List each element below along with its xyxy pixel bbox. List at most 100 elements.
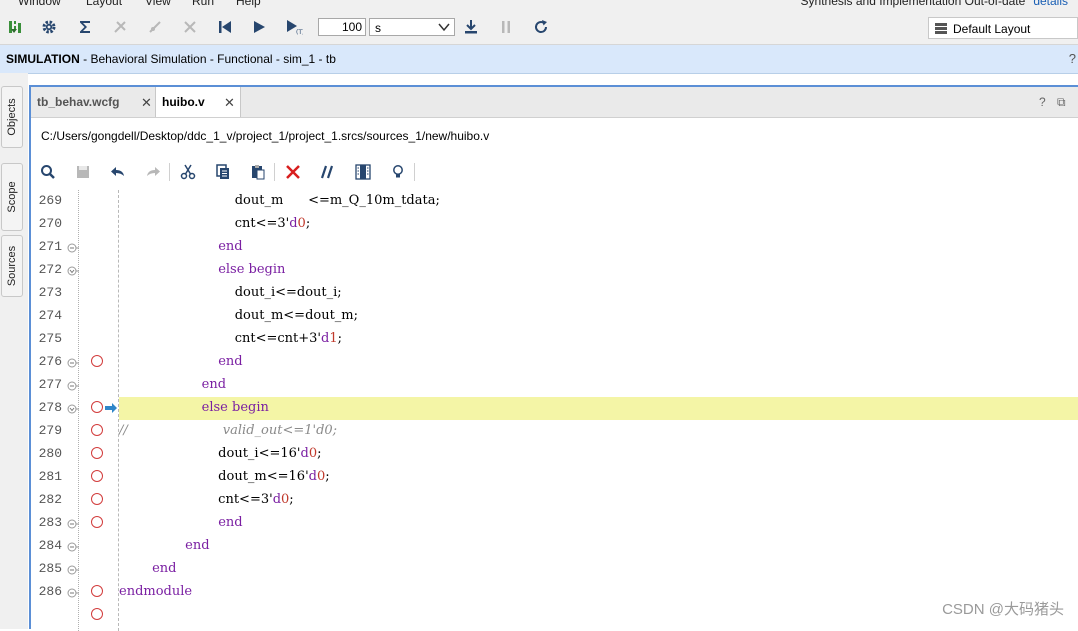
fold-end-icon[interactable] — [67, 588, 79, 598]
simulation-title: SIMULATION - Behavioral Simulation - Fun… — [6, 52, 336, 66]
menu-layout[interactable]: Layout — [86, 0, 122, 8]
menu-view[interactable]: View — [145, 0, 171, 8]
menu-run[interactable]: Run — [192, 0, 214, 8]
left-side-tabs: Objects Scope Sources — [0, 73, 28, 629]
breakpoint-marker-icon[interactable] — [91, 493, 103, 505]
close-icon[interactable]: ✕ — [141, 95, 152, 111]
code-text: end — [119, 354, 242, 369]
breakpoint-marker-icon[interactable] — [91, 355, 103, 367]
run-for-time-icon[interactable]: (T) — [282, 16, 306, 38]
number-token: 0 — [297, 216, 306, 231]
tab-sources[interactable]: Sources — [1, 235, 23, 297]
help-icon[interactable]: ? — [1039, 95, 1046, 109]
help-icon[interactable]: ? — [1069, 51, 1076, 66]
tab-huibo-v[interactable]: huibo.v ✕ — [155, 87, 241, 117]
code-line[interactable]: 279 // valid_out<=1'd0; — [31, 420, 1078, 443]
fold-end-icon[interactable] — [67, 243, 79, 253]
code-line[interactable]: 273 dout_i<=dout_i; — [31, 282, 1078, 305]
fold-end-icon[interactable] — [67, 542, 79, 552]
close-icon[interactable]: ✕ — [224, 95, 235, 111]
line-number: 278 — [38, 400, 62, 415]
code-line[interactable]: 281 dout_m<=16'd0; — [31, 466, 1078, 489]
line-number: 277 — [38, 377, 62, 392]
chevron-down-icon — [438, 23, 450, 32]
restore-window-icon[interactable]: ⧉ — [1057, 95, 1066, 110]
code-text: else begin — [119, 400, 269, 415]
run-all-icon[interactable] — [247, 16, 271, 38]
code-area[interactable]: 269 dout_m <=m_Q_10m_tdata; 270 cnt<=3'd0… — [31, 190, 1078, 631]
fold-collapse-icon[interactable] — [67, 404, 79, 414]
code-line[interactable]: 274 dout_m<=dout_m; — [31, 305, 1078, 328]
details-link[interactable]: details — [1033, 0, 1068, 8]
line-number: 272 — [38, 262, 62, 277]
code-line[interactable] — [31, 604, 1078, 627]
breakpoint-marker-icon[interactable] — [91, 401, 103, 413]
layout-select[interactable]: Default Layout — [928, 17, 1078, 39]
code-line[interactable]: 277 end — [31, 374, 1078, 397]
fold-end-icon[interactable] — [67, 381, 79, 391]
code-line[interactable]: 283 end — [31, 512, 1078, 535]
tab-scope[interactable]: Scope — [1, 163, 23, 231]
code-line[interactable]: 270 cnt<=3'd0; — [31, 213, 1078, 236]
fold-end-icon[interactable] — [67, 358, 79, 368]
fold-end-icon[interactable] — [67, 565, 79, 575]
code-line[interactable]: 286 endmodule — [31, 581, 1078, 604]
code-line[interactable]: 285 end — [31, 558, 1078, 581]
code-line[interactable]: 280 dout_i<=16'd0; — [31, 443, 1078, 466]
code-token: dout_m<=16' — [119, 469, 309, 484]
code-line[interactable]: 284 end — [31, 535, 1078, 558]
code-line[interactable]: 282 cnt<=3'd0; — [31, 489, 1078, 512]
code-line[interactable]: 275 cnt<=cnt+3'd1; — [31, 328, 1078, 351]
breakpoint-marker-icon[interactable] — [91, 470, 103, 482]
breakpoint-marker-icon[interactable] — [91, 585, 103, 597]
restart-icon[interactable] — [213, 16, 237, 38]
disabled-tool-icon-3 — [178, 16, 202, 38]
code-line[interactable]: 269 dout_m <=m_Q_10m_tdata; — [31, 190, 1078, 213]
tab-objects-label: Objects — [6, 98, 18, 136]
cut-icon[interactable] — [177, 162, 199, 182]
run-download-icon[interactable] — [3, 16, 27, 38]
code-line[interactable]: 271 end — [31, 236, 1078, 259]
disabled-tool-icon-1 — [108, 16, 132, 38]
breakpoint-marker-icon[interactable] — [91, 516, 103, 528]
breakpoint-marker-icon[interactable] — [91, 424, 103, 436]
keyword-token: else begin — [218, 262, 286, 277]
code-token: ; — [317, 446, 322, 461]
step-icon[interactable] — [459, 16, 483, 38]
comment-toggle-icon[interactable] — [317, 162, 339, 182]
run-time-input[interactable] — [318, 18, 366, 36]
menu-window[interactable]: Window — [18, 0, 61, 8]
code-line[interactable]: 272 else begin — [31, 259, 1078, 282]
time-unit-select[interactable]: s — [369, 18, 455, 36]
code-token: ; — [337, 331, 342, 346]
breakpoint-marker-icon[interactable] — [91, 447, 103, 459]
keyword-token: end — [185, 538, 210, 553]
settings-gear-icon[interactable] — [37, 16, 61, 38]
breakpoint-marker-icon[interactable] — [91, 608, 103, 620]
search-icon[interactable] — [37, 162, 59, 182]
redo-icon — [142, 162, 164, 182]
sigma-icon[interactable] — [73, 16, 97, 38]
tab-objects[interactable]: Objects — [1, 86, 23, 148]
tab-scope-label: Scope — [6, 181, 18, 213]
column-select-icon[interactable] — [352, 162, 374, 182]
execution-pointer-arrow-icon — [105, 403, 117, 413]
copy-icon[interactable] — [212, 162, 234, 182]
tab-tb-behav-wcfg[interactable]: tb_behav.wcfg ✕ — [31, 87, 155, 117]
relaunch-icon[interactable] — [529, 16, 553, 38]
lightbulb-icon[interactable] — [387, 162, 409, 182]
paste-icon[interactable] — [247, 162, 269, 182]
fold-collapse-icon[interactable] — [67, 266, 79, 276]
fold-end-icon[interactable] — [67, 519, 79, 529]
code-line-current[interactable]: 278 else begin — [31, 397, 1078, 420]
code-line[interactable]: 276 end — [31, 351, 1078, 374]
undo-icon[interactable] — [107, 162, 129, 182]
file-path: C:/Users/gongdell/Desktop/ddc_1_v/projec… — [41, 129, 490, 143]
delete-icon[interactable] — [282, 162, 304, 182]
editor-toolbar — [31, 157, 1078, 187]
menu-help[interactable]: Help — [236, 0, 261, 8]
